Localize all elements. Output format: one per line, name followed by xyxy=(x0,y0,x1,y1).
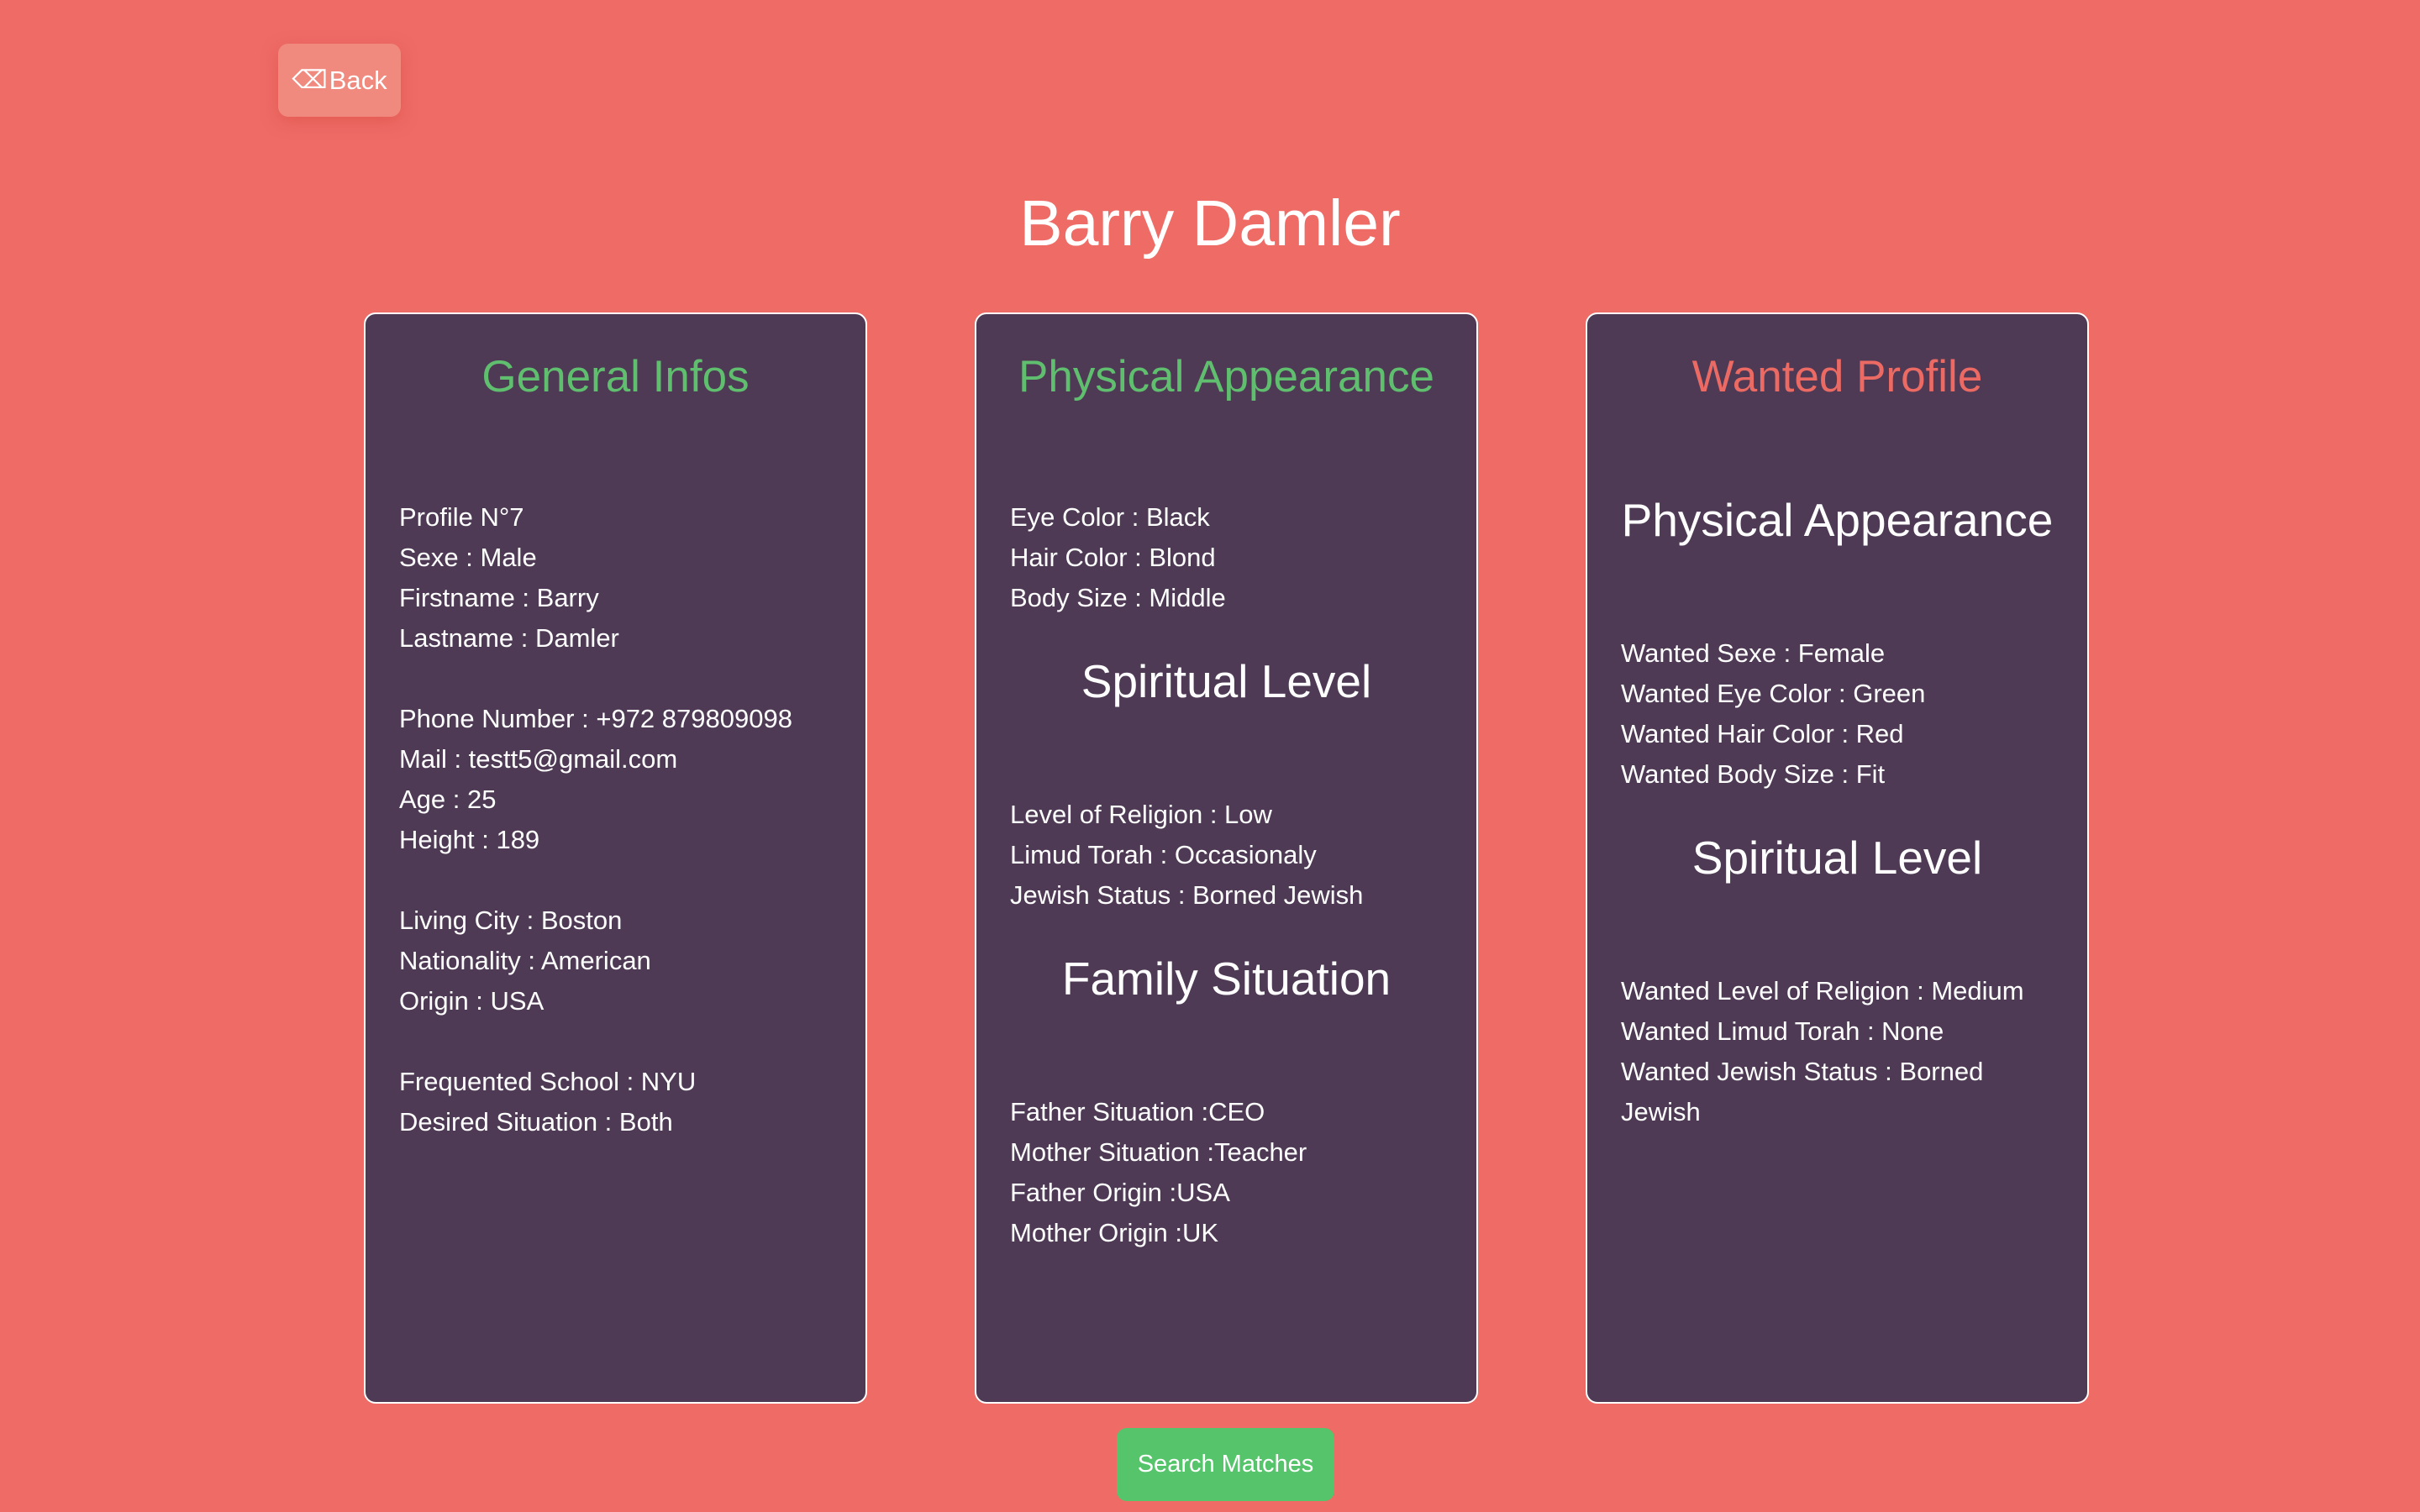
general-infos-card: General Infos Profile N°7 Sexe : Male Fi… xyxy=(364,312,867,1404)
info-line: Lastname : Damler xyxy=(399,623,619,653)
info-line: Wanted Eye Color : Green xyxy=(1621,679,1926,708)
family-group: Father Situation :CEO Mother Situation :… xyxy=(1010,1092,1443,1253)
info-line: Father Origin :USA xyxy=(1010,1178,1230,1207)
search-matches-button[interactable]: Search Matches xyxy=(1117,1428,1334,1501)
info-line: Level of Religion : Low xyxy=(1010,800,1272,829)
page-title: Barry Damler xyxy=(1019,187,1401,260)
physical-appearance-card: Physical Appearance Eye Color : Black Ha… xyxy=(975,312,1478,1404)
section-heading-family: Family Situation xyxy=(1061,953,1392,1005)
info-line: Wanted Body Size : Fit xyxy=(1621,759,1886,789)
info-group-profile: Profile N°7 Sexe : Male Firstname : Barr… xyxy=(399,497,832,659)
info-group-location: Living City : Boston Nationality : Ameri… xyxy=(399,900,832,1021)
info-line: Wanted Level of Religion : Medium xyxy=(1621,976,2024,1005)
info-line: Mother Situation :Teacher xyxy=(1010,1137,1307,1167)
info-line: Age : 25 xyxy=(399,785,497,814)
info-line: Mother Origin :UK xyxy=(1010,1218,1219,1247)
appearance-group: Eye Color : Black Hair Color : Blond Bod… xyxy=(1010,497,1443,618)
info-line: Sexe : Male xyxy=(399,543,537,572)
info-line: Nationality : American xyxy=(399,946,651,975)
info-line: Wanted Sexe : Female xyxy=(1621,638,1886,668)
wanted-physical-group: Wanted Sexe : Female Wanted Eye Color : … xyxy=(1621,633,2054,795)
card-title: General Infos xyxy=(481,352,750,402)
profile-page: ⌫ Back Barry Damler General Infos Profil… xyxy=(0,0,2420,1512)
info-line: Desired Situation : Both xyxy=(399,1107,673,1137)
info-line: Living City : Boston xyxy=(399,906,623,935)
back-button-label: Back xyxy=(329,65,387,95)
info-group-contact: Phone Number : +972 879809098 Mail : tes… xyxy=(399,699,832,860)
section-heading-spiritual: Spiritual Level xyxy=(1081,655,1372,707)
info-line: Wanted Hair Color : Red xyxy=(1621,719,1904,748)
card-title: Physical Appearance xyxy=(1018,352,1434,402)
info-line: Wanted Limud Torah : None xyxy=(1621,1016,1944,1046)
info-group-education: Frequented School : NYU Desired Situatio… xyxy=(399,1062,832,1142)
info-line: Body Size : Middle xyxy=(1010,583,1226,612)
info-line: Origin : USA xyxy=(399,986,544,1016)
info-line: Jewish Status : Borned Jewish xyxy=(1010,880,1364,910)
info-line: Profile N°7 xyxy=(399,502,524,532)
back-button[interactable]: ⌫ Back xyxy=(278,44,401,117)
info-line: Mail : testt5@gmail.com xyxy=(399,744,678,774)
card-title: Wanted Profile xyxy=(1691,352,1983,402)
info-line: Father Situation :CEO xyxy=(1010,1097,1265,1126)
info-line: Eye Color : Black xyxy=(1010,502,1210,532)
wanted-spiritual-group: Wanted Level of Religion : Medium Wanted… xyxy=(1621,971,2054,1132)
info-line: Frequented School : NYU xyxy=(399,1067,697,1096)
info-line: Limud Torah : Occasionaly xyxy=(1010,840,1317,869)
info-line: Height : 189 xyxy=(399,825,540,854)
section-heading-spiritual: Spiritual Level xyxy=(1691,832,1983,884)
info-line: Firstname : Barry xyxy=(399,583,599,612)
section-heading-physical: Physical Appearance xyxy=(1621,494,2054,546)
info-line: Wanted Jewish Status : Borned Jewish xyxy=(1621,1057,1984,1126)
wanted-profile-card: Wanted Profile Physical Appearance Wante… xyxy=(1586,312,2089,1404)
info-line: Phone Number : +972 879809098 xyxy=(399,704,792,733)
backspace-icon: ⌫ xyxy=(292,66,328,94)
spiritual-group: Level of Religion : Low Limud Torah : Oc… xyxy=(1010,795,1443,916)
info-line: Hair Color : Blond xyxy=(1010,543,1216,572)
